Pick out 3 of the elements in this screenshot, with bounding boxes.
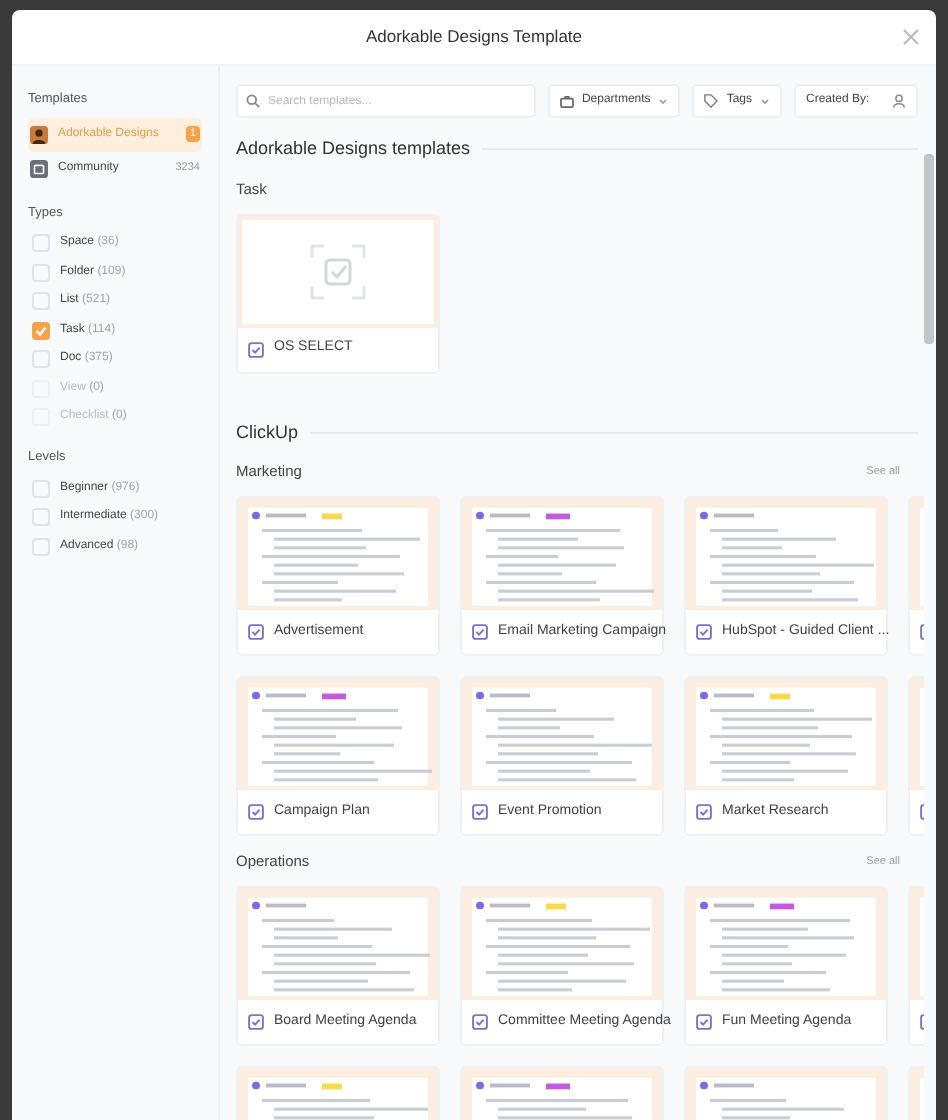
window-title: Adorkable Designs Template — [365, 24, 583, 50]
group-heading: Adorkable Designs templates — [236, 136, 471, 162]
group-heading: ClickUp — [236, 419, 299, 446]
